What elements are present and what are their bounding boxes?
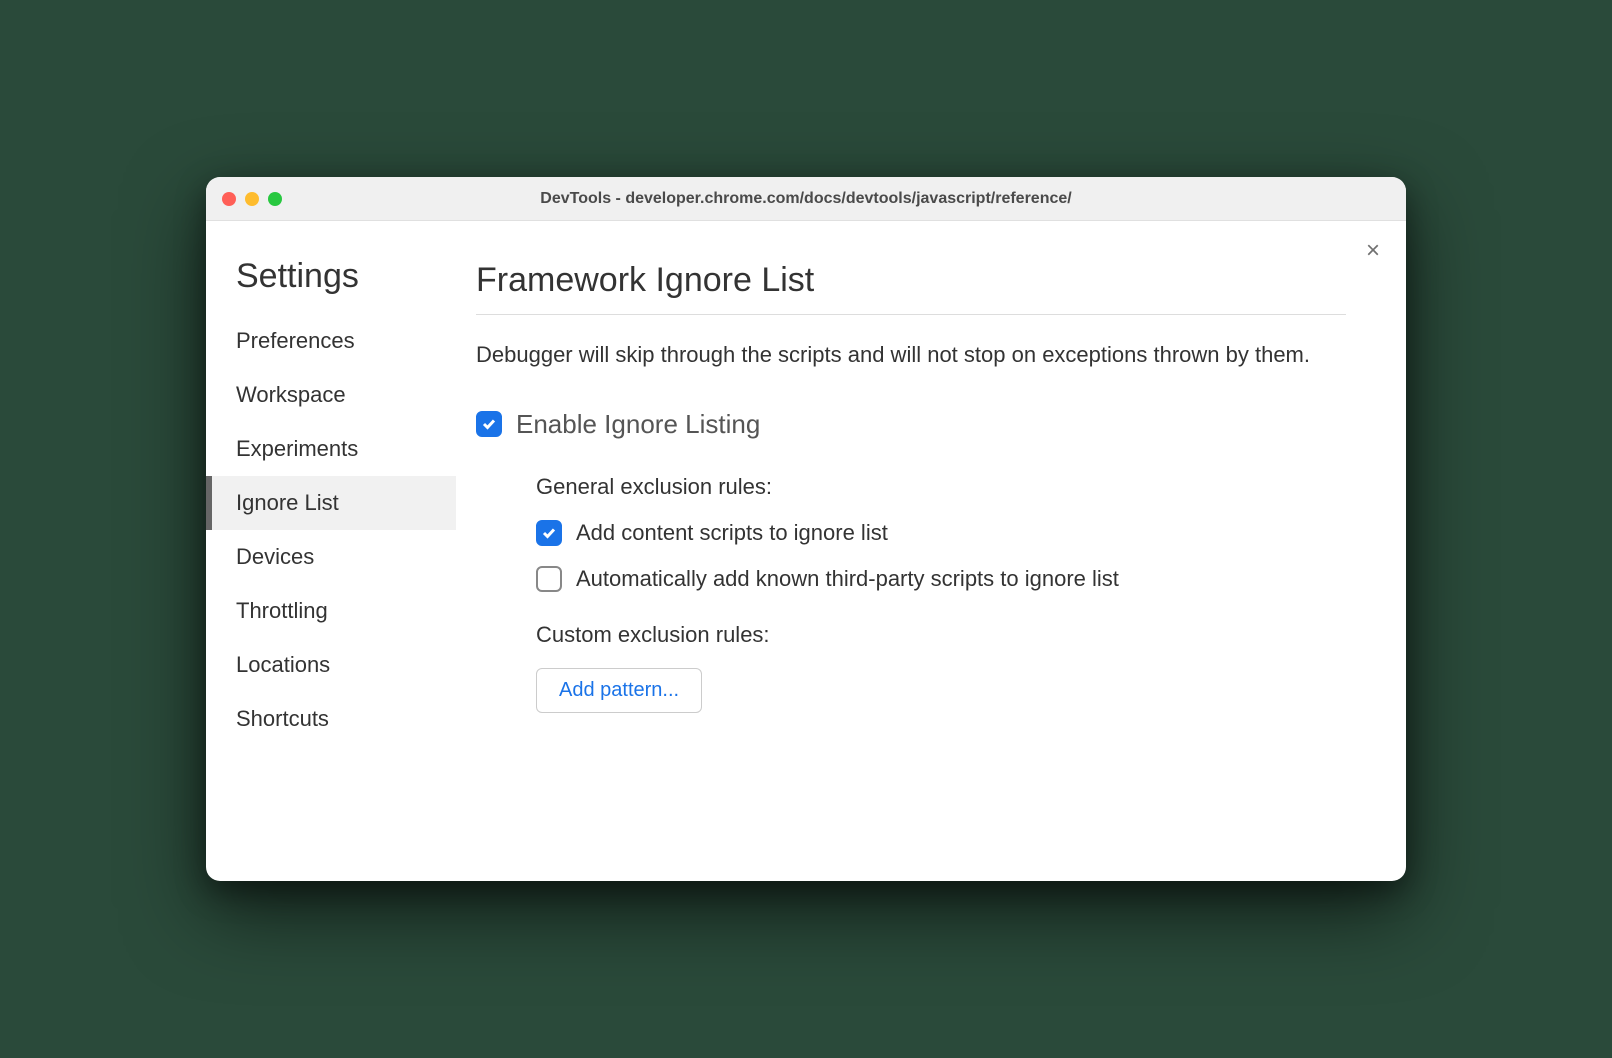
content-scripts-label: Add content scripts to ignore list [576,520,888,546]
sidebar-item-devices[interactable]: Devices [206,530,456,584]
devtools-window: DevTools - developer.chrome.com/docs/dev… [206,177,1406,881]
titlebar: DevTools - developer.chrome.com/docs/dev… [206,177,1406,221]
window-close-button[interactable] [222,192,236,206]
enable-ignore-listing-checkbox[interactable] [476,411,502,437]
sidebar-item-label: Ignore List [236,490,339,515]
sidebar-title: Settings [206,257,456,314]
sidebar-item-label: Experiments [236,436,358,461]
general-exclusion-section: General exclusion rules: Add content scr… [476,474,1346,592]
content: × Settings Preferences Workspace Experim… [206,221,1406,881]
settings-sidebar: Settings Preferences Workspace Experimen… [206,221,456,881]
sidebar-item-preferences[interactable]: Preferences [206,314,456,368]
checkmark-icon [481,416,497,432]
custom-rules-heading: Custom exclusion rules: [536,622,1346,648]
sidebar-item-label: Throttling [236,598,328,623]
third-party-scripts-checkbox[interactable] [536,566,562,592]
general-rules-heading: General exclusion rules: [536,474,1346,500]
close-icon[interactable]: × [1366,239,1380,263]
sidebar-item-label: Preferences [236,328,355,353]
sidebar-item-label: Locations [236,652,330,677]
sidebar-item-locations[interactable]: Locations [206,638,456,692]
traffic-lights [222,192,282,206]
sidebar-item-label: Devices [236,544,314,569]
enable-ignore-listing-row: Enable Ignore Listing [476,409,1346,440]
sidebar-item-label: Workspace [236,382,346,407]
settings-main: Framework Ignore List Debugger will skip… [456,221,1406,881]
window-maximize-button[interactable] [268,192,282,206]
window-title: DevTools - developer.chrome.com/docs/dev… [222,190,1390,208]
content-scripts-row: Add content scripts to ignore list [536,520,1346,546]
enable-ignore-listing-label: Enable Ignore Listing [516,409,760,440]
content-scripts-checkbox[interactable] [536,520,562,546]
custom-exclusion-section: Custom exclusion rules: Add pattern... [476,622,1346,713]
page-title: Framework Ignore List [476,261,1346,315]
third-party-scripts-row: Automatically add known third-party scri… [536,566,1346,592]
page-description: Debugger will skip through the scripts a… [476,339,1346,371]
third-party-scripts-label: Automatically add known third-party scri… [576,566,1119,592]
sidebar-item-experiments[interactable]: Experiments [206,422,456,476]
add-pattern-button[interactable]: Add pattern... [536,668,702,713]
sidebar-item-label: Shortcuts [236,706,329,731]
sidebar-item-throttling[interactable]: Throttling [206,584,456,638]
checkmark-icon [541,525,557,541]
sidebar-item-ignore-list[interactable]: Ignore List [206,476,456,530]
sidebar-item-workspace[interactable]: Workspace [206,368,456,422]
window-minimize-button[interactable] [245,192,259,206]
sidebar-item-shortcuts[interactable]: Shortcuts [206,692,456,746]
